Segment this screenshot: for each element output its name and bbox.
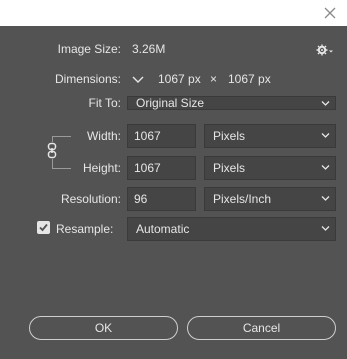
dimensions-times: ×	[210, 72, 218, 86]
width-unit-value: Pixels	[213, 129, 246, 143]
ok-button[interactable]: OK	[29, 316, 178, 340]
dialog-titlebar	[0, 0, 347, 26]
resolution-label: Resolution:	[60, 192, 121, 206]
checkmark-icon	[39, 223, 48, 232]
chevron-down-icon	[321, 101, 330, 106]
resolution-unit-value: Pixels/Inch	[213, 192, 272, 206]
resample-select[interactable]: Automatic	[127, 217, 336, 241]
chevron-down-icon	[321, 165, 330, 170]
image-size-dialog: Image Size: 3.26M Dimensions: 1067 px × …	[0, 26, 347, 359]
resolution-unit-select[interactable]: Pixels/Inch	[204, 187, 336, 211]
resample-checkbox[interactable]	[37, 221, 50, 234]
close-icon[interactable]	[321, 4, 339, 22]
resample-label: Resample:	[56, 222, 114, 236]
height-label: Height:	[82, 161, 121, 175]
fit-to-label: Fit To:	[88, 96, 121, 110]
fit-to-value: Original Size	[136, 96, 205, 110]
width-unit-select[interactable]: Pixels	[204, 124, 336, 148]
chevron-down-icon	[321, 196, 330, 201]
dimensions-width-value: 1067 px	[158, 72, 201, 86]
width-input[interactable]: 1067	[127, 124, 196, 148]
resample-value: Automatic	[136, 222, 190, 236]
link-icon[interactable]	[46, 142, 58, 159]
gear-icon[interactable]	[316, 44, 334, 56]
height-unit-value: Pixels	[213, 161, 246, 175]
height-input[interactable]: 1067	[127, 156, 196, 180]
dimensions-height-value: 1067 px	[228, 72, 271, 86]
cancel-button[interactable]: Cancel	[187, 316, 336, 340]
dimensions-label: Dimensions:	[54, 72, 121, 86]
resolution-input[interactable]: 96	[127, 187, 196, 211]
chevron-down-icon	[321, 226, 330, 231]
chevron-down-icon	[321, 133, 330, 138]
width-label: Width:	[86, 129, 121, 143]
fit-to-select[interactable]: Original Size	[127, 96, 336, 110]
image-size-label: Image Size:	[57, 42, 121, 56]
dimensions-chevron-icon[interactable]	[131, 74, 145, 86]
height-unit-select[interactable]: Pixels	[204, 156, 336, 180]
image-size-value: 3.26M	[132, 42, 166, 56]
